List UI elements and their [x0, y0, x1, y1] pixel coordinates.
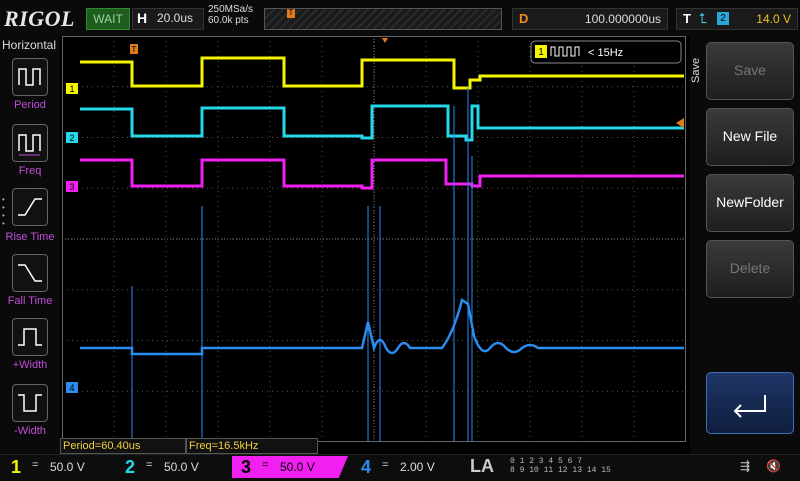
delay-box[interactable]: D 100.000000us	[512, 8, 668, 30]
ch3-trace	[80, 158, 684, 190]
page-dots: • • • •	[2, 195, 5, 228]
brand-logo: RIGOL	[4, 6, 75, 31]
measure-pos-width-button[interactable]	[12, 318, 48, 356]
ch2-scale: 50.0 V	[164, 460, 199, 474]
traces	[80, 56, 684, 442]
edge-trigger-icon: ⮤	[699, 10, 708, 26]
timebase-value: 20.0us	[157, 11, 194, 25]
ch3-number: 3	[240, 457, 251, 477]
run-state-badge: WAIT	[86, 8, 130, 30]
measure-fall-time-label: Fall Time	[7, 295, 53, 307]
enter-arrow-icon	[733, 395, 766, 418]
trigger-channel: 2	[717, 12, 729, 25]
la-digits-row1: 0 1 2 3 4 5 6 7	[510, 457, 583, 466]
delay-center-marker	[382, 38, 388, 43]
la-channel-indicators: 0 1 2 3 4 5 6 7 8 9 10 11 12 13 14 15	[510, 457, 611, 475]
ch1-scale: 50.0 V	[50, 460, 85, 474]
memory-depth: 60.0k pts	[208, 15, 249, 26]
measure-rise-time-label: Rise Time	[5, 231, 55, 243]
sample-rate: 250MSa/s	[208, 4, 254, 15]
new-folder-button[interactable]: NewFolder	[706, 174, 794, 232]
measure-category-title: Horizontal	[2, 38, 57, 52]
logic-analyzer-button[interactable]: LA	[470, 456, 510, 478]
svg-text:2: 2	[69, 133, 74, 143]
ch2-trace	[80, 104, 684, 142]
graticule	[62, 36, 686, 442]
ch4-trace	[80, 297, 684, 356]
save-button[interactable]: Save	[706, 42, 794, 100]
measure-pos-width-label: +Width	[12, 359, 48, 371]
ch3-scale: 50.0 V	[280, 460, 315, 474]
ch4-number: 4	[360, 457, 371, 477]
speaker-muted-icon[interactable]: 🔇	[766, 459, 781, 473]
ch1-setting[interactable]: 1 = 50.0 V	[2, 456, 112, 478]
menu-tab-save: Save	[690, 57, 702, 83]
timebase-box[interactable]: H 20.0us	[132, 8, 204, 30]
period-measurement: Period=60.40us	[60, 438, 186, 454]
rise-time-icon	[18, 198, 42, 216]
period-icon	[18, 68, 41, 86]
new-file-button[interactable]: New File	[706, 108, 794, 166]
frequency-counter: 1 < 15Hz	[530, 40, 682, 64]
ch2-number: 2	[124, 457, 135, 477]
positive-width-icon	[18, 328, 42, 346]
counter-channel: 1	[538, 47, 544, 58]
measure-period-button[interactable]	[12, 58, 48, 96]
la-digits-row2: 8 9 10 11 12 13 14 15	[510, 466, 611, 475]
delay-value: 100.000000us	[584, 12, 661, 26]
memory-position-bar[interactable]: T	[264, 8, 502, 30]
new-file-button-label: New File	[722, 128, 778, 144]
ch4-setting[interactable]: 4 = 2.00 V	[352, 456, 462, 478]
measure-neg-width-button[interactable]	[12, 384, 48, 422]
ch1-number: 1	[10, 457, 21, 477]
measure-freq-label: Freq	[18, 165, 42, 177]
trigger-position-marker: T	[287, 8, 295, 18]
trigger-level: 14.0 V	[756, 12, 791, 26]
measure-rise-time-button[interactable]	[12, 188, 48, 226]
horizontal-label: H	[137, 10, 148, 26]
svg-text:T: T	[132, 45, 137, 54]
ch2-setting[interactable]: 2 = 50.0 V	[116, 456, 226, 478]
counter-reading: < 15Hz	[588, 47, 623, 59]
freq-measurement: Freq=16.5kHz	[186, 438, 318, 454]
delay-label: D	[519, 11, 529, 26]
freq-measurement-text: Freq=16.5kHz	[189, 440, 259, 452]
ch3-coupling: =	[262, 459, 269, 471]
enter-button[interactable]	[706, 372, 794, 434]
ch1-coupling: =	[32, 459, 39, 471]
delete-button[interactable]: Delete	[706, 240, 794, 298]
delete-button-label: Delete	[729, 260, 771, 276]
measure-fall-time-button[interactable]	[12, 254, 48, 292]
ch4-spikes	[131, 86, 473, 442]
usb-icon: ⇶	[740, 459, 751, 473]
svg-text:3: 3	[69, 182, 74, 192]
svg-text:4: 4	[69, 383, 74, 393]
negative-width-icon	[18, 394, 42, 412]
acquisition-info: 250MSa/s 60.0k pts	[208, 4, 253, 26]
trigger-time-marker: T	[130, 44, 138, 54]
frequency-icon	[18, 134, 41, 156]
trigger-box[interactable]: T ⮤ 2 14.0 V	[676, 8, 798, 30]
ch4-coupling: =	[382, 459, 389, 471]
fall-time-icon	[18, 264, 42, 282]
waveform-display[interactable]: T 1 < 15Hz 1 2 3 4	[62, 36, 686, 442]
ch3-setting[interactable]: 3 = 50.0 V	[232, 456, 348, 478]
measure-period-label: Period	[14, 99, 46, 111]
new-folder-button-label: NewFolder	[716, 194, 784, 210]
ch2-coupling: =	[146, 459, 153, 471]
period-measurement-text: Period=60.40us	[63, 440, 141, 452]
save-button-label: Save	[734, 62, 766, 78]
trigger-label: T	[683, 11, 691, 26]
measure-neg-width-label: -Width	[14, 425, 46, 437]
ch4-scale: 2.00 V	[400, 460, 435, 474]
svg-text:1: 1	[69, 84, 74, 94]
measure-freq-button[interactable]	[12, 124, 48, 162]
